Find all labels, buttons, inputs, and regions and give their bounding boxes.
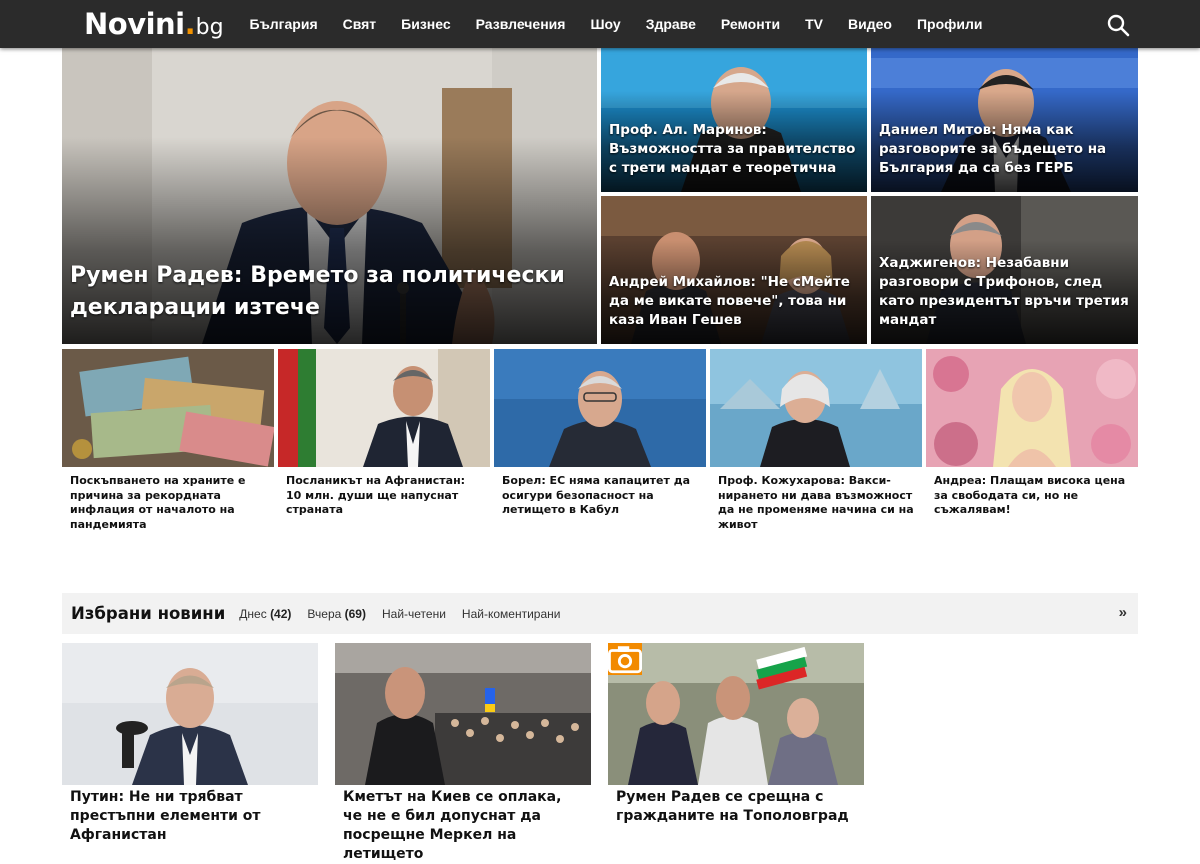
selected-card-3[interactable]: Румен Радев се срещна с гражданите на То…: [608, 643, 864, 826]
logo-tld: bg: [195, 15, 224, 40]
tab-yesterday[interactable]: Вчера (69): [307, 607, 366, 621]
selected-card-3-caption: Румен Радев се срещна с гражданите на То…: [616, 789, 849, 824]
selected-card-1[interactable]: Путин: Не ни трябват престъпни елементи …: [62, 643, 318, 845]
news-card-4-caption: Проф. Кожухарова: Вакси­нирането ни дава…: [718, 474, 914, 531]
nav-item-world[interactable]: Свят: [330, 0, 389, 48]
nav-item-business[interactable]: Бизнес: [389, 0, 463, 48]
hero-main-article[interactable]: Румен Радев: Времето за политически декл…: [62, 48, 597, 344]
news-card-3[interactable]: Борел: ЕС няма капацитет да осигури безо…: [494, 349, 706, 518]
logo-dot: .: [184, 7, 196, 41]
selected-card-2-caption: Кметът на Киев се оплака, че не е бил до…: [343, 789, 562, 862]
news-card-5-caption: Андреа: Плащам висока цена за свободата …: [934, 474, 1126, 516]
selected-card-2[interactable]: Кметът на Киев се оплака, че не е бил до…: [335, 643, 591, 864]
site-logo[interactable]: Novini. bg: [84, 6, 224, 42]
nav-item-entertainment[interactable]: Развлечения: [463, 0, 578, 48]
hero-article-4[interactable]: Хаджигенов: Незабавни разговори с Трифон…: [871, 196, 1138, 344]
tab-today-count: (42): [270, 606, 292, 621]
news-card-3-photo: [494, 349, 706, 467]
selected-news-bar: Избрани новини Днес (42) Вчера (69) Най-…: [62, 593, 1138, 634]
camera-icon: [608, 643, 642, 675]
news-card-1-caption: Поскъпването на храните е причина за рек…: [70, 474, 246, 531]
selected-news-title: Избрани новини: [71, 604, 226, 623]
selected-card-3-photo: [608, 643, 864, 785]
news-card-4[interactable]: Проф. Кожухарова: Вакси­нирането ни дава…: [710, 349, 922, 532]
hero-article-2[interactable]: Даниел Митов: Няма как разговорите за бъ…: [871, 48, 1138, 192]
tab-most-commented[interactable]: Най-коментирани: [462, 607, 561, 621]
nav-item-renovations[interactable]: Ремонти: [708, 0, 792, 48]
news-card-1[interactable]: Поскъпването на храните е причина за рек…: [62, 349, 274, 532]
news-card-1-photo: [62, 349, 274, 467]
nav-item-video[interactable]: Видео: [836, 0, 905, 48]
news-card-5[interactable]: Андреа: Плащам висока цена за свободата …: [926, 349, 1138, 518]
news-card-2-photo: [278, 349, 490, 467]
more-arrow-icon[interactable]: »: [1119, 604, 1127, 621]
tab-yesterday-label: Вчера: [307, 606, 342, 621]
hero-article-3[interactable]: Андрей Михайлов: "Не сМейте да ме викате…: [601, 196, 867, 344]
nav-item-bulgaria[interactable]: България: [237, 0, 330, 48]
news-card-2-caption: Посланикът на Афганистан: 10 млн. души щ…: [286, 474, 466, 516]
nav-item-tv[interactable]: TV: [793, 0, 836, 48]
nav-item-profiles[interactable]: Профили: [904, 0, 995, 48]
hero-article-4-title: Хаджигенов: Незабавни разговори с Трифон…: [879, 255, 1129, 328]
hero-article-1[interactable]: Проф. Ал. Маринов: Възможността за прави…: [601, 48, 867, 192]
hero-main-title: Румен Радев: Времето за политически декл…: [70, 263, 565, 320]
hero-article-3-title: Андрей Михайлов: "Не сМейте да ме викате…: [609, 274, 850, 328]
tab-most-read[interactable]: Най-четени: [382, 607, 446, 621]
nav-item-health[interactable]: Здраве: [633, 0, 708, 48]
main-menu: България Свят Бизнес Развлечения Шоу Здр…: [237, 0, 995, 48]
search-icon[interactable]: [1106, 13, 1130, 37]
selected-card-1-photo: [62, 643, 318, 785]
selected-card-1-caption: Путин: Не ни трябват престъпни елементи …: [70, 789, 261, 843]
news-card-3-caption: Борел: ЕС няма капацитет да осигури безо…: [502, 474, 691, 516]
news-card-2[interactable]: Посланикът на Афганистан: 10 млн. души щ…: [278, 349, 490, 518]
hero-article-1-title: Проф. Ал. Маринов: Възможността за прави…: [609, 122, 856, 176]
nav-item-show[interactable]: Шоу: [578, 0, 633, 48]
news-card-4-photo: [710, 349, 922, 467]
tab-today-label: Днес: [239, 606, 267, 621]
tab-today[interactable]: Днес (42): [239, 607, 291, 621]
news-card-5-photo: [926, 349, 1138, 467]
logo-text: Novini: [84, 7, 185, 41]
top-navigation-bar: Novini. bg България Свят Бизнес Развлечен…: [0, 0, 1200, 48]
tab-yesterday-count: (69): [344, 606, 366, 621]
selected-card-2-photo: [335, 643, 591, 785]
hero-article-2-title: Даниел Митов: Няма как разговорите за бъ…: [879, 122, 1107, 176]
